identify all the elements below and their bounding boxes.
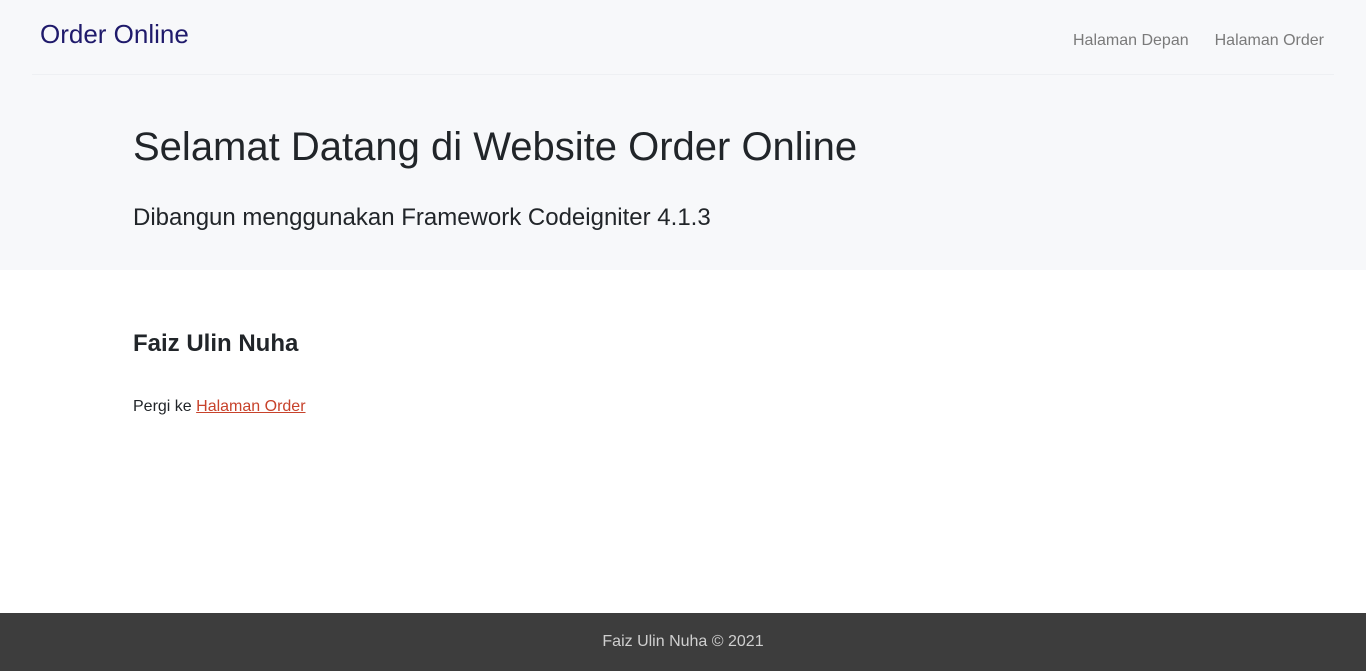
nav-link-halaman-depan[interactable]: Halaman Depan	[1073, 32, 1189, 50]
nav-links: Halaman Depan Halaman Order	[1073, 32, 1324, 50]
hero: Selamat Datang di Website Order Online D…	[133, 124, 857, 232]
footer-text: Faiz Ulin Nuha © 2021	[602, 633, 764, 650]
navbar: Order Online Halaman Depan Halaman Order	[32, 0, 1334, 75]
hero-title: Selamat Datang di Website Order Online	[133, 125, 858, 169]
goto-paragraph: Pergi ke Halaman Order	[133, 397, 306, 417]
brand-link[interactable]: Order Online	[40, 18, 189, 50]
author-heading: Faiz Ulin Nuha	[133, 330, 299, 357]
footer: Faiz Ulin Nuha © 2021	[0, 613, 1366, 671]
top-band: Order Online Halaman Depan Halaman Order…	[0, 0, 1366, 270]
halaman-order-link[interactable]: Halaman Order	[196, 398, 305, 415]
nav-link-halaman-order[interactable]: Halaman Order	[1215, 32, 1324, 50]
goto-prefix: Pergi ke	[133, 398, 197, 415]
hero-subtitle: Dibangun menggunakan Framework Codeignit…	[133, 204, 711, 231]
main-content: Faiz Ulin Nuha Pergi ke Halaman Order	[133, 330, 306, 417]
